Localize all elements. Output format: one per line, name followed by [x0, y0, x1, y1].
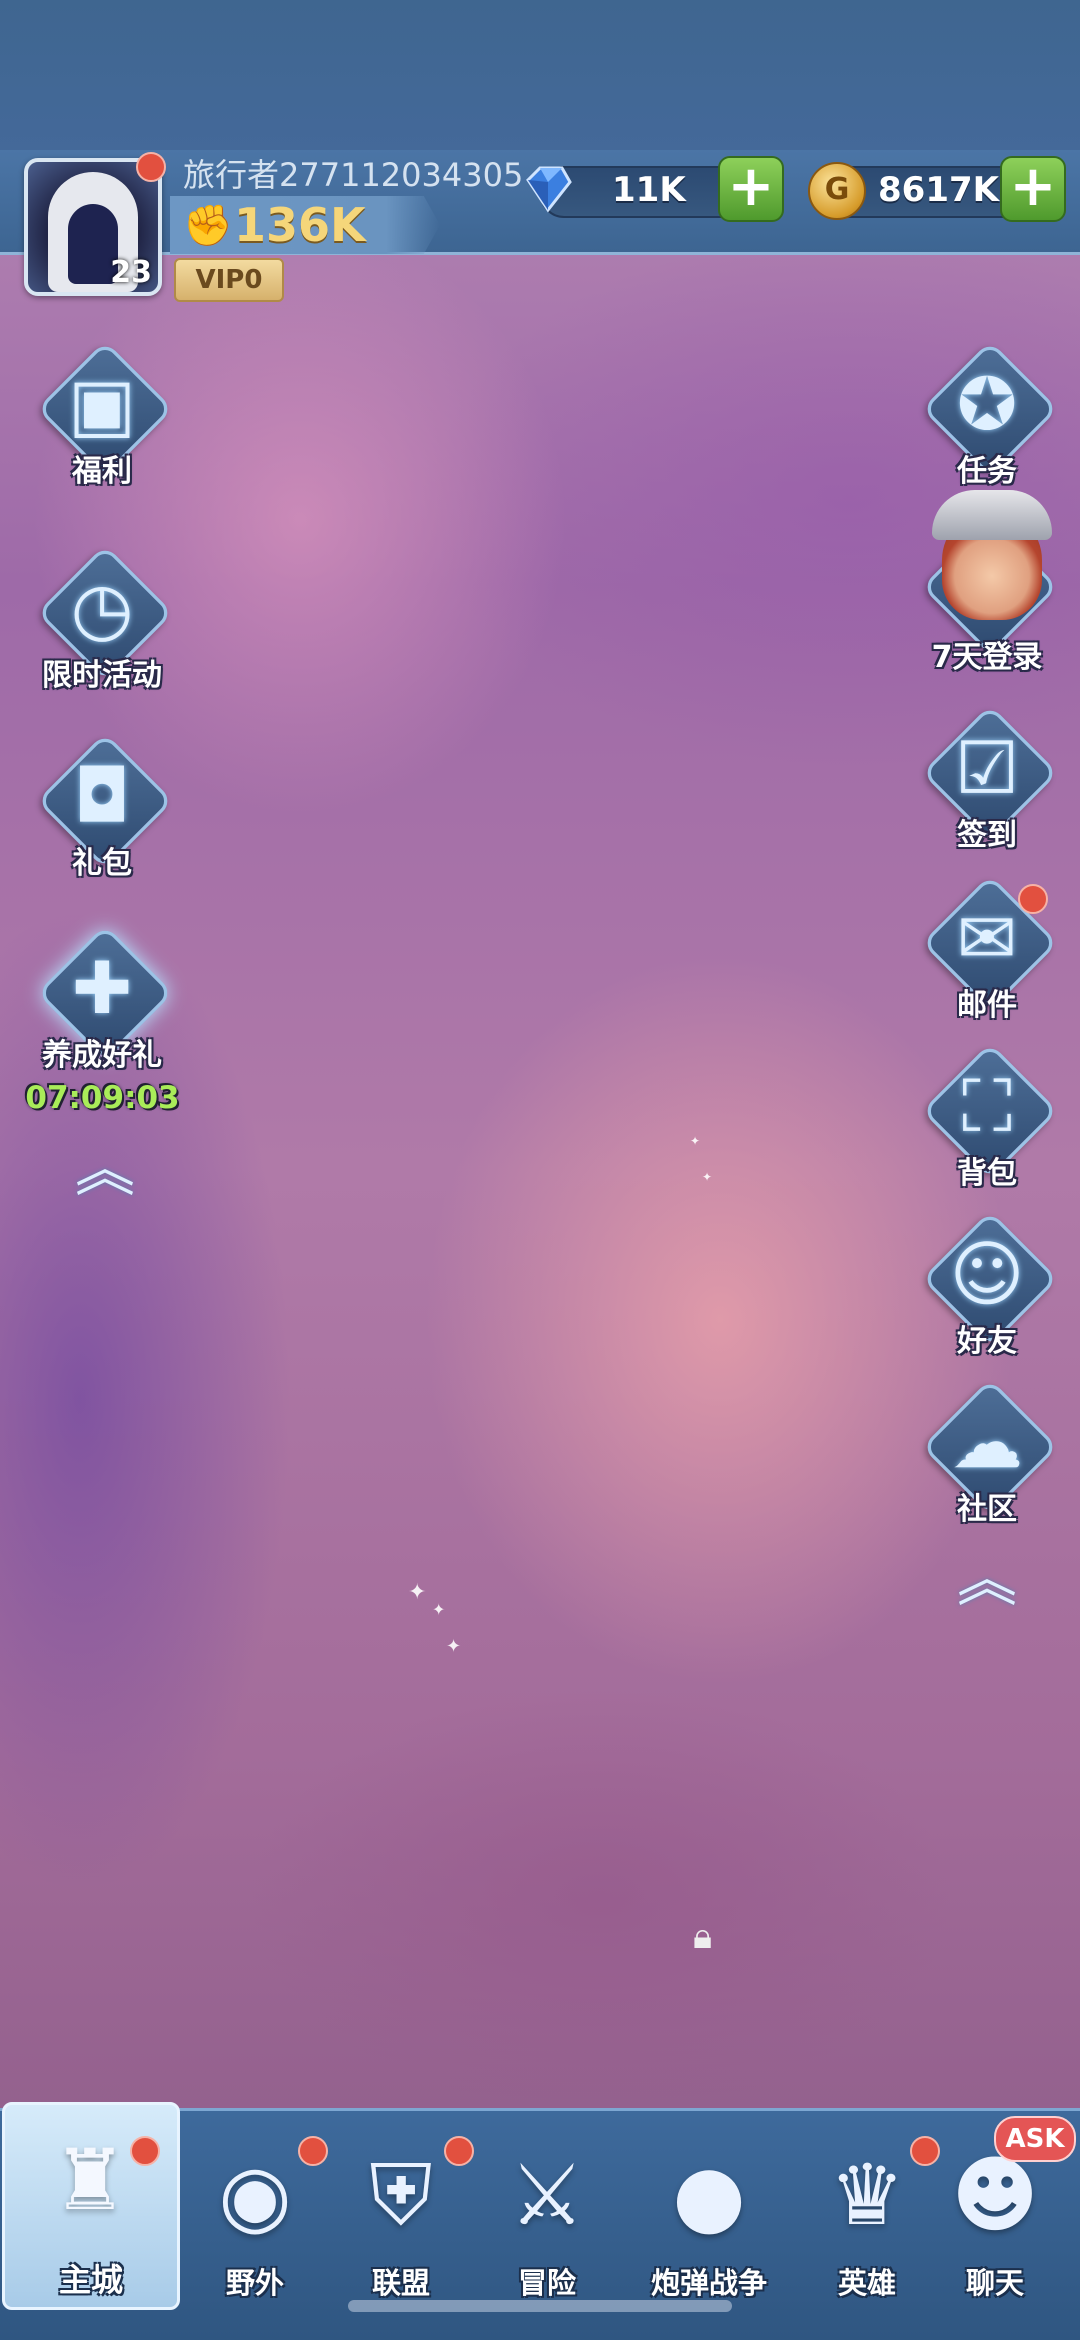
main-city-notification-dot	[130, 2136, 160, 2166]
player-level: 23	[110, 255, 152, 290]
friends-label: 好友	[957, 1324, 1017, 1359]
portal-icon: ◉	[218, 2146, 292, 2244]
helmet-icon: ♛	[829, 2146, 905, 2244]
friends-button[interactable]: ☺ 好友	[912, 1206, 1062, 1376]
tab-adventure[interactable]: ⚔ 冒险	[472, 2120, 622, 2300]
tab-alliance-label: 联盟	[371, 2266, 430, 2300]
sparkle-decoration: ✦	[702, 1170, 713, 1184]
lock-icon[interactable]: 🔒︎	[693, 1916, 712, 1958]
limited-event-button[interactable]: ◷ 限时活动	[27, 540, 177, 710]
avatar-notification-dot	[136, 152, 166, 182]
collapse-right-menu-chevron-icon[interactable]: ︽	[952, 1550, 1022, 1610]
chat-bubbles-icon: ☁	[951, 1400, 1023, 1484]
sparkle-decoration: ✦	[446, 1636, 462, 1657]
friends-icon: ☺	[949, 1232, 1025, 1316]
fist-icon: ✊	[183, 203, 233, 249]
add-gold-button[interactable]: +	[1000, 156, 1066, 222]
add-gems-button[interactable]: +	[718, 156, 784, 222]
gold-coin-icon: G	[808, 162, 866, 220]
gold-value: 8617K	[878, 170, 999, 210]
gem-icon	[526, 166, 572, 213]
welfare-label: 福利	[72, 454, 132, 489]
sparkle-decoration: ✦	[408, 1580, 427, 1605]
sign-in-label: 签到	[957, 818, 1017, 853]
community-label: 社区	[957, 1492, 1017, 1527]
alliance-notification-dot	[444, 2136, 474, 2166]
castle-icon: ♜	[52, 2131, 128, 2229]
gift-pack-label: 礼包	[72, 846, 132, 881]
gems-value: 11K	[612, 170, 686, 210]
ask-badge[interactable]: ASK	[994, 2116, 1076, 2162]
wilderness-notification-dot	[298, 2136, 328, 2166]
hero-portrait-icon[interactable]	[920, 480, 1070, 630]
status-bar-area	[0, 0, 1080, 160]
home-indicator[interactable]	[348, 2300, 732, 2312]
welfare-button[interactable]: ▣ 福利	[27, 336, 177, 506]
tab-cannonball-war-label: 炮弹战争	[650, 2266, 767, 2300]
chest-icon: ◘	[73, 754, 131, 838]
backpack-button[interactable]: ⛶ 背包	[912, 1038, 1062, 1208]
cannonball-icon: ●	[672, 2146, 746, 2244]
player-power: 136K	[234, 198, 366, 252]
compass-icon: ✪	[956, 362, 1018, 446]
tab-main-city[interactable]: ♜ 主城	[2, 2102, 180, 2310]
limited-event-label: 限时活动	[42, 658, 162, 693]
mail-notification-dot	[1018, 884, 1048, 914]
tab-adventure-label: 冒险	[517, 2266, 576, 2300]
collapse-left-menu-chevron-icon[interactable]: ︽	[70, 1140, 140, 1200]
community-button[interactable]: ☁ 社区	[912, 1374, 1062, 1544]
player-name: 旅行者277112034305	[183, 156, 524, 194]
tab-wilderness-label: 野外	[225, 2266, 284, 2300]
gift-pack-button[interactable]: ◘ 礼包	[27, 728, 177, 898]
seven-day-login-label: 7天登录	[931, 640, 1043, 675]
growth-gift-button[interactable]: ✚ 养成好礼	[27, 920, 177, 1090]
tab-cannonball-war[interactable]: ● 炮弹战争	[634, 2120, 784, 2300]
hero-helmet	[932, 490, 1052, 540]
mail-label: 邮件	[957, 988, 1017, 1023]
growth-gift-label: 养成好礼	[42, 1038, 162, 1073]
gift-icon: ✚	[71, 946, 133, 1030]
sparkle-decoration: ✦	[432, 1600, 446, 1619]
sign-in-button[interactable]: ☑ 签到	[912, 700, 1062, 870]
treasure-chest-icon: ▣	[67, 362, 137, 446]
vip-badge[interactable]: VIP0	[174, 258, 284, 302]
backpack-icon: ⛶	[961, 1064, 1013, 1148]
tab-main-city-label: 主城	[58, 2261, 123, 2299]
backpack-label: 背包	[957, 1156, 1017, 1191]
tab-chat-label: 聊天	[965, 2266, 1024, 2300]
sparkle-decoration: ✦	[690, 1134, 701, 1148]
sword-wings-icon: ⚔	[509, 2146, 585, 2244]
gift-clock-icon: ◷	[70, 566, 134, 650]
growth-gift-timer: 07:09:03	[25, 1080, 180, 1116]
shield-star-icon: ⛨	[369, 2146, 433, 2244]
calendar-check-icon: ☑	[954, 726, 1020, 810]
